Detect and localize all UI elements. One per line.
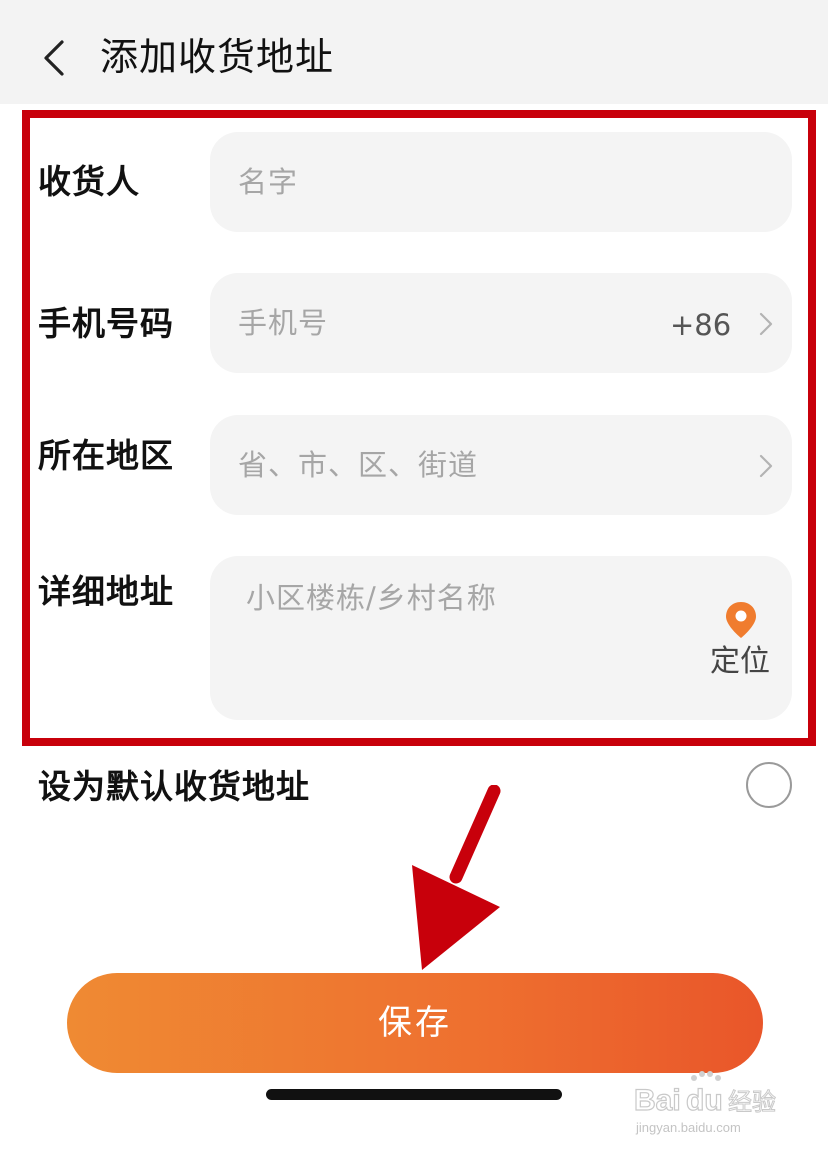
chevron-right-icon[interactable]	[758, 311, 774, 337]
baidu-jingyan-watermark: Bai du 经验 jingyan.baidu.com	[633, 1071, 777, 1135]
address-detail-input[interactable]: 小区楼栋/乡村名称 定位	[210, 556, 792, 720]
region-label: 所在地区	[38, 436, 174, 475]
phone-placeholder: 手机号	[238, 306, 329, 340]
set-default-radio[interactable]	[746, 762, 792, 808]
svg-text:经验: 经验	[728, 1088, 776, 1116]
home-indicator[interactable]	[266, 1089, 562, 1100]
save-button[interactable]: 保存	[67, 973, 763, 1073]
set-default-address-label: 设为默认收货地址	[38, 767, 310, 806]
chevron-right-icon	[759, 454, 773, 478]
phone-input[interactable]: 手机号 +86	[210, 273, 792, 373]
page-title: 添加收货地址	[100, 35, 335, 79]
location-pin-icon[interactable]	[724, 600, 758, 640]
svg-text:du: du	[686, 1084, 723, 1117]
recipient-name-input[interactable]: 名字	[210, 132, 792, 232]
country-code-selector[interactable]: +86	[670, 305, 731, 345]
svg-text:Bai: Bai	[634, 1084, 681, 1117]
top-nav-bar: 添加收货地址	[0, 0, 828, 104]
recipient-label: 收货人	[38, 162, 140, 201]
svg-text:jingyan.baidu.com: jingyan.baidu.com	[635, 1120, 741, 1135]
region-placeholder: 省、市、区、街道	[238, 448, 479, 482]
locate-button[interactable]: 定位	[710, 642, 770, 682]
address-placeholder: 小区楼栋/乡村名称	[246, 581, 497, 615]
back-arrow-icon[interactable]	[38, 38, 70, 78]
annotation-arrow-icon	[412, 785, 501, 970]
recipient-name-placeholder: 名字	[238, 165, 299, 199]
phone-label: 手机号码	[38, 304, 174, 343]
address-label: 详细地址	[38, 572, 174, 611]
region-selector[interactable]: 省、市、区、街道	[210, 415, 792, 515]
